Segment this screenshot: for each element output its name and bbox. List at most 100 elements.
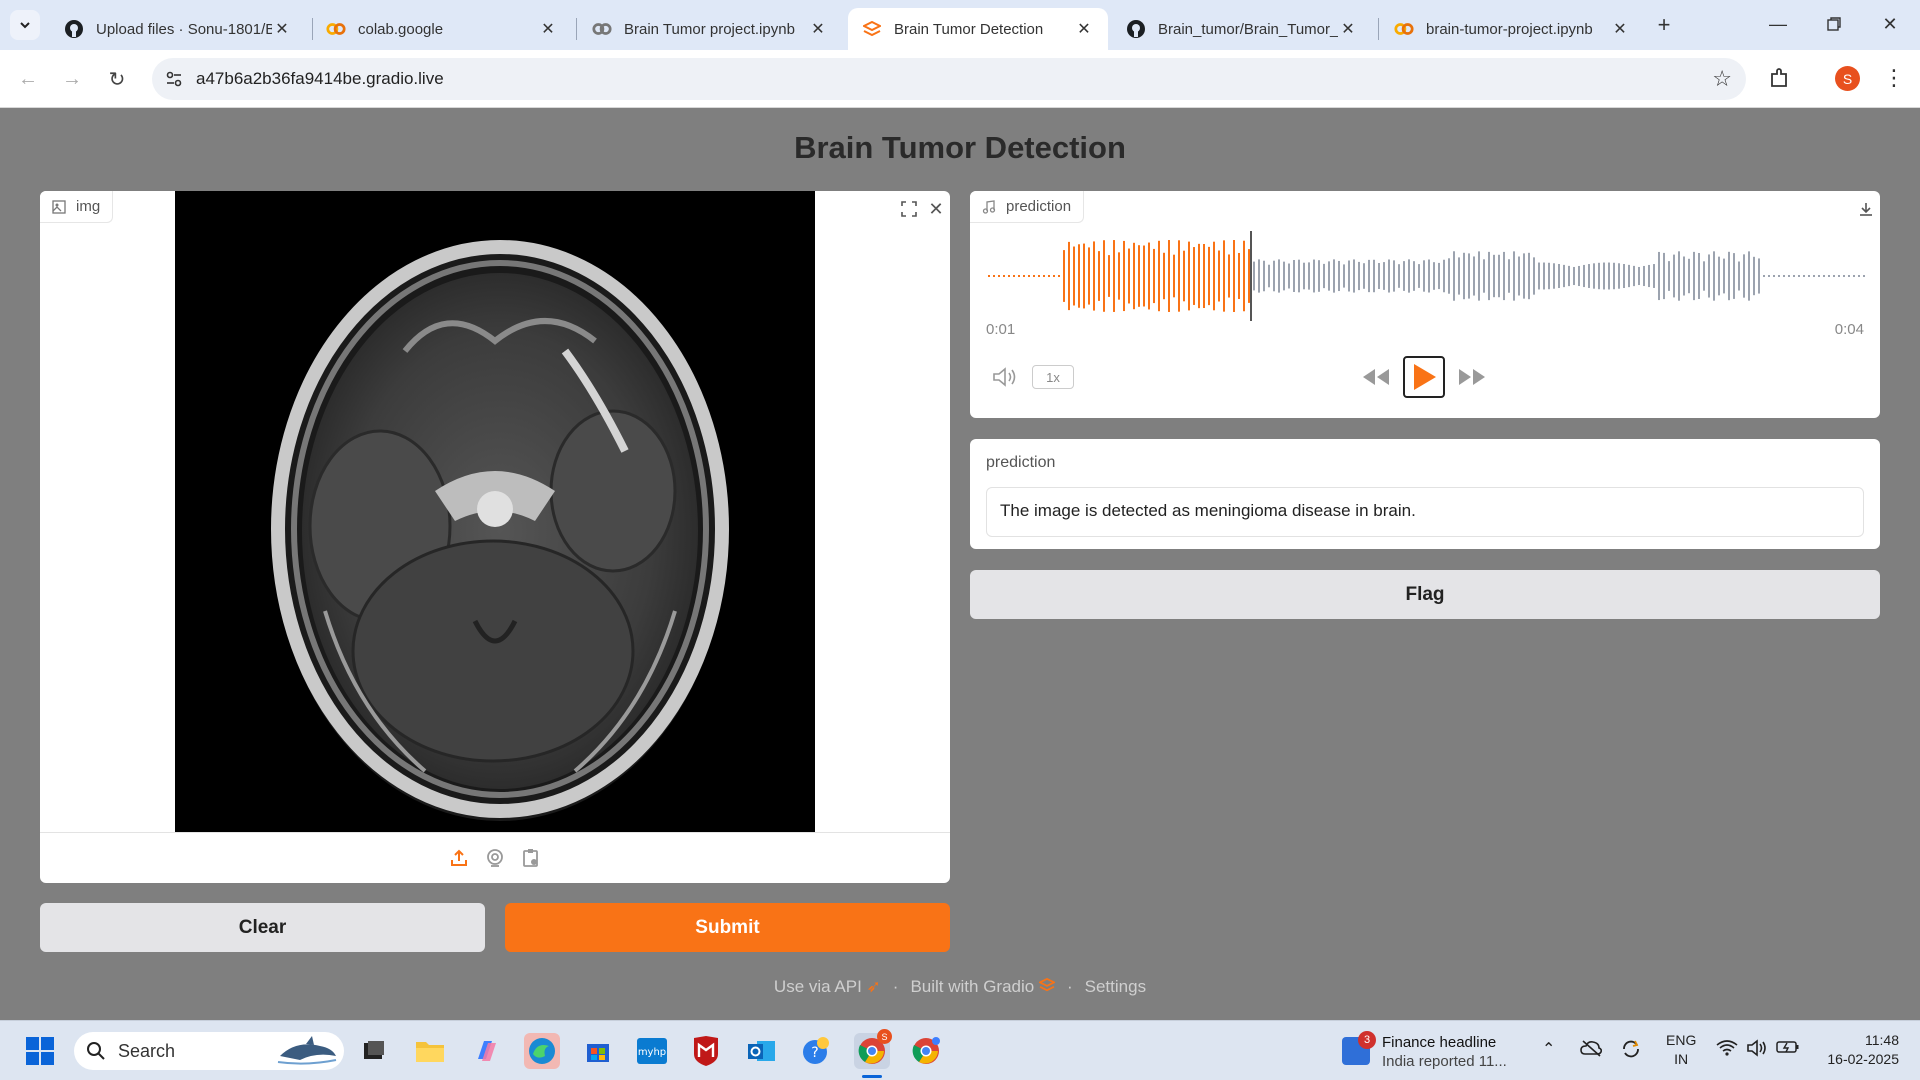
waveform-bar xyxy=(1378,263,1380,289)
clear-button[interactable]: Clear xyxy=(40,903,485,952)
battery-icon[interactable] xyxy=(1776,1039,1800,1060)
waveform-bar xyxy=(993,275,995,277)
prediction-textbox[interactable]: The image is detected as meningioma dise… xyxy=(986,487,1864,537)
waveform-bar xyxy=(1663,252,1665,300)
chrome-icon[interactable]: S xyxy=(854,1029,892,1069)
copilot-icon[interactable] xyxy=(468,1033,504,1069)
use-via-api-link[interactable]: Use via API ➶ xyxy=(774,977,881,997)
waveform-bar xyxy=(1013,275,1015,277)
image-input-panel: img ✕ xyxy=(40,191,950,883)
volume-button[interactable] xyxy=(990,365,1020,389)
clipboard-source-button[interactable] xyxy=(520,847,542,869)
wifi-icon[interactable] xyxy=(1716,1039,1738,1062)
reload-button[interactable]: ↻ xyxy=(103,65,131,93)
webcam-source-button[interactable] xyxy=(484,847,506,869)
extensions-icon[interactable] xyxy=(1766,64,1794,92)
tab-brain-tumor-github[interactable]: Brain_tumor/Brain_Tumor_ ✕ xyxy=(1112,8,1372,50)
bookmark-star-icon[interactable]: ☆ xyxy=(1712,66,1732,92)
close-tab-icon[interactable]: ✕ xyxy=(808,19,828,39)
close-tab-icon[interactable]: ✕ xyxy=(1338,19,1358,39)
minimize-button[interactable]: — xyxy=(1750,0,1806,48)
fast-forward-button[interactable] xyxy=(1456,365,1488,389)
playback-rate-button[interactable]: 1x xyxy=(1032,365,1074,389)
waveform-bar xyxy=(1033,275,1035,277)
clock-time: 11:48 xyxy=(1865,1032,1899,1048)
get-help-icon[interactable]: ? xyxy=(798,1033,834,1069)
forward-button[interactable]: → xyxy=(58,65,86,93)
settings-link[interactable]: Settings xyxy=(1085,977,1146,997)
close-tab-icon[interactable]: ✕ xyxy=(272,19,292,39)
back-button[interactable]: ← xyxy=(14,65,42,93)
play-button[interactable] xyxy=(1403,356,1445,398)
chrome-secondary-icon[interactable] xyxy=(908,1033,944,1069)
text-output-panel: prediction The image is detected as meni… xyxy=(970,439,1880,549)
fullscreen-icon xyxy=(901,201,917,217)
waveform-bar xyxy=(1668,261,1670,291)
audio-waveform[interactable] xyxy=(986,231,1866,321)
news-widget[interactable]: 3 Finance headline India reported 11... xyxy=(1342,1031,1522,1073)
waveform-bar xyxy=(1343,264,1345,288)
fullscreen-button[interactable] xyxy=(897,197,921,221)
colab-icon xyxy=(592,19,612,39)
language-indicator[interactable]: ENG IN xyxy=(1666,1031,1696,1069)
edge-browser-icon[interactable] xyxy=(524,1033,560,1069)
chevron-down-icon xyxy=(20,22,30,29)
close-tab-icon[interactable]: ✕ xyxy=(1610,19,1630,39)
waveform-bar xyxy=(1363,263,1365,289)
waveform-bar xyxy=(1318,260,1320,292)
close-window-button[interactable]: ✕ xyxy=(1862,0,1918,48)
close-tab-icon[interactable]: ✕ xyxy=(1074,19,1094,39)
windows-taskbar: Search myhp ? S 3 Finance headline India… xyxy=(0,1020,1920,1080)
playhead-cursor[interactable] xyxy=(1250,231,1252,321)
start-button[interactable] xyxy=(22,1033,58,1069)
rewind-button[interactable] xyxy=(1360,365,1392,389)
tab-brain-tumor-project[interactable]: brain-tumor-project.ipynb ✕ xyxy=(1380,8,1644,50)
waveform-bar xyxy=(1583,264,1585,288)
show-hidden-icons-icon[interactable]: ⌃ xyxy=(1542,1039,1555,1059)
submit-button[interactable]: Submit xyxy=(505,903,950,952)
tab-upload-files[interactable]: Upload files · Sonu-1801/B ✕ xyxy=(50,8,306,50)
reload-icon: ↻ xyxy=(108,68,126,91)
waveform-bar xyxy=(1783,275,1785,277)
address-bar[interactable]: a47b6a2b36fa9414be.gradio.live ☆ xyxy=(152,58,1746,100)
browser-menu-icon[interactable]: ⋮ xyxy=(1883,64,1905,92)
waveform-bar xyxy=(1778,275,1780,277)
clear-image-button[interactable]: ✕ xyxy=(924,197,948,221)
tab-brain-tumor-detection[interactable]: Brain Tumor Detection ✕ xyxy=(848,8,1108,50)
speaker-icon[interactable] xyxy=(1746,1039,1768,1062)
tab-brain-tumor-notebook[interactable]: Brain Tumor project.ipynb ✕ xyxy=(578,8,842,50)
close-tab-icon[interactable]: ✕ xyxy=(538,19,558,39)
waveform-bar xyxy=(1163,252,1165,300)
waveform-bar xyxy=(1563,264,1565,288)
outlook-icon[interactable] xyxy=(744,1033,780,1069)
waveform-bar xyxy=(1543,262,1545,290)
waveform-bar xyxy=(1548,262,1550,290)
task-view-icon[interactable] xyxy=(356,1033,392,1069)
download-audio-button[interactable] xyxy=(1854,197,1878,221)
waveform-bar xyxy=(1373,259,1375,293)
close-icon: ✕ xyxy=(1882,13,1898,34)
taskbar-search[interactable]: Search xyxy=(74,1032,344,1070)
system-clock[interactable]: 11:48 16-02-2025 xyxy=(1815,1031,1899,1069)
restore-button[interactable] xyxy=(1806,0,1862,48)
current-time: 0:01 xyxy=(986,321,1016,338)
waveform-bar xyxy=(1143,245,1145,307)
new-tab-button[interactable]: + xyxy=(1651,12,1677,38)
mcafee-icon[interactable] xyxy=(688,1033,724,1069)
upload-source-button[interactable] xyxy=(448,847,470,869)
built-with-gradio-link[interactable]: Built with Gradio xyxy=(910,977,1056,997)
tab-search-button[interactable] xyxy=(10,10,40,40)
onedrive-icon[interactable] xyxy=(1580,1039,1603,1062)
file-explorer-icon[interactable] xyxy=(412,1033,448,1069)
profile-avatar[interactable]: S xyxy=(1835,66,1860,91)
microsoft-store-icon[interactable] xyxy=(580,1033,616,1069)
sync-update-icon[interactable] xyxy=(1620,1039,1642,1064)
waveform-bar xyxy=(1518,256,1520,296)
flag-button[interactable]: Flag xyxy=(970,570,1880,619)
tab-colab-google[interactable]: colab.google ✕ xyxy=(312,8,572,50)
waveform-bar xyxy=(1658,251,1660,301)
waveform-bar xyxy=(1213,241,1215,311)
myhp-icon[interactable]: myhp xyxy=(634,1033,670,1069)
github-icon xyxy=(1126,19,1146,39)
audio-output-panel: prediction 0:01 0:04 1x xyxy=(970,191,1880,418)
